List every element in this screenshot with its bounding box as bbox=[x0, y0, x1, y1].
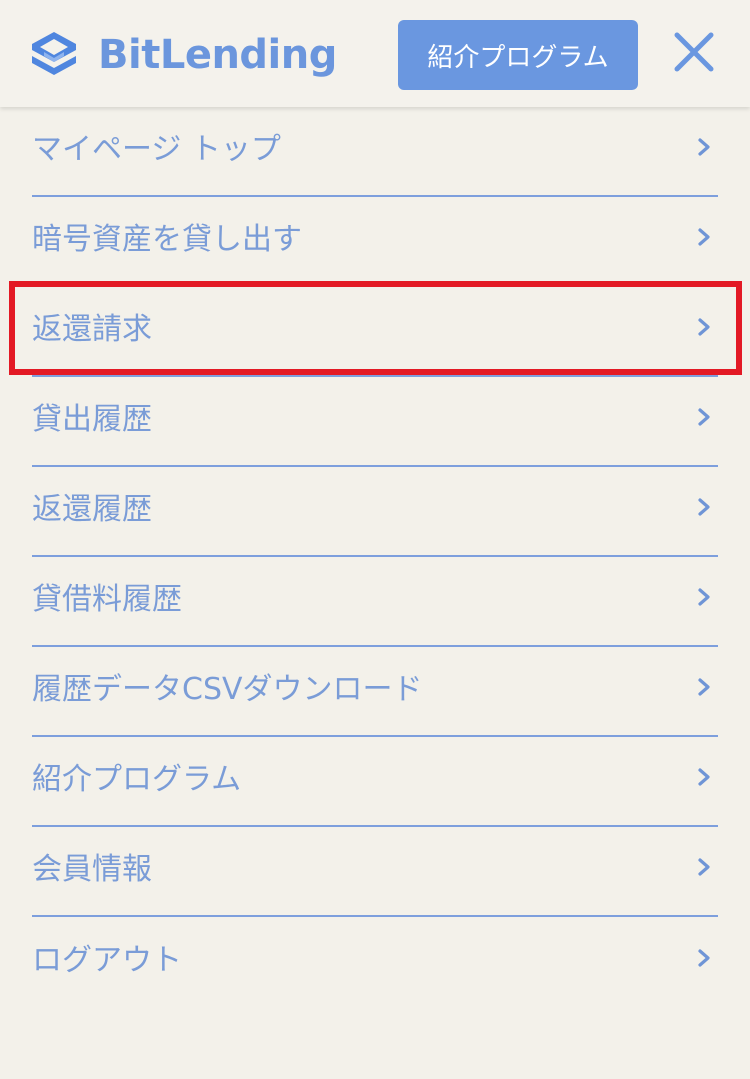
menu-item-referral-program[interactable]: 紹介プログラム bbox=[32, 737, 718, 827]
logo-wordmark: BitLending bbox=[98, 35, 337, 75]
menu-item-return-history[interactable]: 返還履歴 bbox=[32, 467, 718, 557]
menu-item-lending-fee-history[interactable]: 貸借料履歴 bbox=[32, 557, 718, 647]
menu-item-mypage-top[interactable]: マイページ トップ bbox=[32, 107, 718, 197]
app-header: BitLending 紹介プログラム bbox=[0, 0, 750, 107]
chevron-right-icon bbox=[698, 408, 710, 426]
menu-item-label: 貸借料履歴 bbox=[32, 582, 182, 617]
logo-text-lending: Lending bbox=[159, 32, 338, 78]
menu-item-label: 紹介プログラム bbox=[32, 762, 242, 797]
chevron-right-icon bbox=[698, 228, 710, 246]
chevron-right-icon bbox=[698, 138, 710, 156]
chevron-right-icon bbox=[698, 588, 710, 606]
bitlending-logo[interactable]: BitLending bbox=[30, 28, 337, 82]
chevron-right-icon bbox=[698, 858, 710, 876]
menu-item-label: 履歴データCSVダウンロード bbox=[32, 672, 423, 707]
menu-item-lend-crypto[interactable]: 暗号資産を貸し出す bbox=[32, 197, 718, 287]
chevron-right-icon bbox=[698, 768, 710, 786]
menu-item-label: 暗号資産を貸し出す bbox=[32, 222, 302, 257]
chevron-right-icon bbox=[698, 678, 710, 696]
navigation-menu: マイページ トップ 暗号資産を貸し出す 返還請求 貸出履歴 返還履歴 貸借料履歴… bbox=[0, 107, 750, 1007]
close-icon bbox=[672, 30, 716, 78]
menu-item-logout[interactable]: ログアウト bbox=[32, 917, 718, 1007]
menu-item-label: 返還請求 bbox=[32, 312, 152, 347]
menu-item-label: 返還履歴 bbox=[32, 492, 152, 527]
referral-program-button[interactable]: 紹介プログラム bbox=[398, 20, 638, 90]
close-button[interactable] bbox=[668, 26, 720, 82]
chevron-right-icon bbox=[698, 318, 710, 336]
bitlending-logo-icon bbox=[30, 30, 78, 80]
menu-item-label: ログアウト bbox=[32, 943, 182, 978]
menu-item-csv-download[interactable]: 履歴データCSVダウンロード bbox=[32, 647, 718, 737]
chevron-right-icon bbox=[698, 949, 710, 967]
menu-item-label: 貸出履歴 bbox=[32, 402, 152, 437]
menu-item-label: 会員情報 bbox=[32, 852, 152, 887]
menu-item-label: マイページ トップ bbox=[32, 132, 281, 167]
chevron-right-icon bbox=[698, 498, 710, 516]
menu-item-return-request[interactable]: 返還請求 bbox=[32, 287, 718, 377]
logo-text-bit: Bit bbox=[98, 32, 160, 78]
menu-item-member-info[interactable]: 会員情報 bbox=[32, 827, 718, 917]
menu-item-lending-history[interactable]: 貸出履歴 bbox=[32, 377, 718, 467]
